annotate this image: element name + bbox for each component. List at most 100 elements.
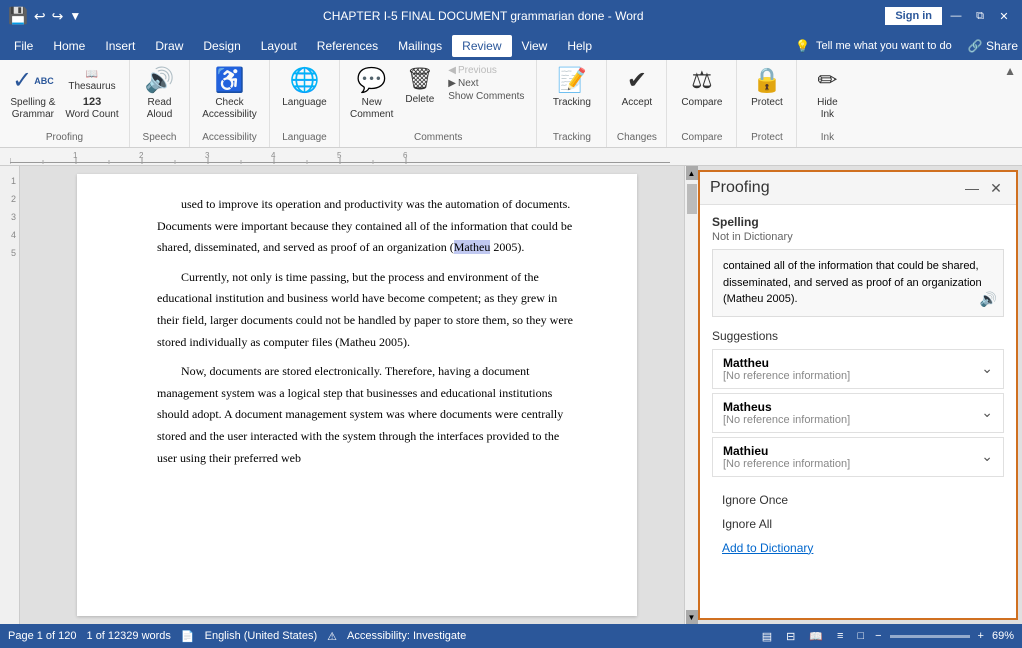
ribbon-group-compare: ⚖ Compare Compare [667,60,737,147]
menu-draw[interactable]: Draw [145,35,193,57]
menu-help[interactable]: Help [557,35,602,57]
close-icon[interactable]: ✕ [994,6,1014,26]
suggestion-2-ref: [No reference information] [723,458,850,470]
word-count-indicator[interactable]: 1 of 12329 words [87,630,171,642]
zoom-level[interactable]: 69% [992,630,1014,642]
ribbon-group-ink: ✏ HideInk Ink [797,60,857,147]
next-icon: ▶ [448,78,456,89]
ribbon: ✓ ABC Spelling &Grammar 📖 Thesaurus 123 … [0,60,1022,148]
vertical-scrollbar[interactable]: ▲ ▼ [684,166,698,624]
svg-text:4: 4 [271,151,276,160]
compare-button[interactable]: ⚖ Compare [677,64,726,110]
menu-design[interactable]: Design [193,35,250,57]
tell-me-text[interactable]: Tell me what you want to do [816,40,952,52]
wordcount-icon: 123 [83,96,101,108]
compare-group-label: Compare [681,132,722,145]
word-count-button[interactable]: 123 Word Count [61,95,122,121]
signin-button[interactable]: Sign in [885,7,942,25]
share-btn[interactable]: 🔗 Share [968,39,1018,53]
hide-ink-button[interactable]: ✏ HideInk [807,64,847,123]
document-scroll[interactable]: used to improve its operation and produc… [20,166,684,624]
spelling-grammar-button[interactable]: ✓ ABC Spelling &Grammar [6,64,59,123]
undo-icon[interactable]: ↩ [34,8,46,25]
suggestion-0-chevron[interactable]: ⌄ [981,360,993,377]
accessibility-text[interactable]: Accessibility: Investigate [347,630,466,642]
next-label: Next [458,78,479,89]
read-aloud-button[interactable]: 🔊 ReadAloud [140,64,180,123]
scroll-up-btn[interactable]: ▲ [686,166,698,180]
speaker-icon[interactable]: 🔊 [980,289,997,310]
status-bar: Page 1 of 120 1 of 12329 words 📄 English… [0,624,1022,648]
ruler: 1 2 3 4 5 6 [0,148,1022,166]
scroll-thumb[interactable] [687,184,697,214]
previous-button[interactable]: ◀ Previous [442,64,530,77]
document-icon: 📄 [181,630,195,643]
new-comment-label: NewComment [350,97,393,121]
suggestion-item-0[interactable]: Mattheu [No reference information] ⌄ [712,349,1004,389]
zoom-in-icon[interactable]: + [978,630,984,642]
scroll-down-btn[interactable]: ▼ [686,610,698,624]
restore-icon[interactable]: ⧉ [970,6,990,26]
suggestion-1-chevron[interactable]: ⌄ [981,404,993,421]
add-to-dictionary-button[interactable]: Add to Dictionary [712,537,1004,559]
ribbon-group-language: 🌐 Language Language [270,60,340,147]
suggestion-item-1[interactable]: Matheus [No reference information] ⌄ [712,393,1004,433]
speech-group-label: Speech [143,132,177,145]
view-read-icon[interactable]: 📖 [806,629,826,644]
delete-comment-button[interactable]: 🗑 Delete [401,64,438,107]
language-button[interactable]: 🌐 Language [278,64,331,110]
protect-button[interactable]: 🔒 Protect [747,64,787,110]
panel-body: Spelling Not in Dictionary contained all… [700,205,1016,618]
menu-review[interactable]: Review [452,35,511,57]
menu-mailings[interactable]: Mailings [388,35,452,57]
zoom-slider[interactable] [890,635,970,638]
menu-insert[interactable]: Insert [95,35,145,57]
ignore-once-button[interactable]: Ignore Once [712,489,1004,511]
menu-view[interactable]: View [512,35,558,57]
menu-layout[interactable]: Layout [251,35,307,57]
tracking-label: Tracking [553,97,591,108]
view-draft-icon[interactable]: □ [854,629,867,643]
svg-text:6: 6 [403,151,408,160]
customize-icon[interactable]: ▼ [69,9,81,23]
ignore-all-button[interactable]: Ignore All [712,513,1004,535]
redo-icon[interactable]: ↪ [52,8,64,25]
zoom-out-icon[interactable]: − [875,630,881,642]
page-indicator[interactable]: Page 1 of 120 [8,630,77,642]
context-text: contained all of the information that co… [723,260,982,305]
line-4: 4 [0,230,19,248]
menu-references[interactable]: References [307,35,388,57]
panel-close-btn[interactable]: ✕ [986,178,1006,198]
view-outline-icon[interactable]: ≡ [834,629,846,643]
accessibility-group-label: Accessibility [202,132,256,145]
suggestion-item-2[interactable]: Mathieu [No reference information] ⌄ [712,437,1004,477]
language-indicator[interactable]: English (United States) [205,630,318,642]
ruler-svg: 1 2 3 4 5 6 [10,150,670,164]
scroll-track[interactable] [687,180,697,610]
view-web-icon[interactable]: ⊟ [783,629,798,644]
minimize-icon[interactable]: — [946,6,966,26]
tracking-button[interactable]: 📝 Tracking [549,64,595,110]
line-2: 2 [0,194,19,212]
title-bar-left: 💾 ↩ ↪ ▼ [8,6,81,26]
thesaurus-button[interactable]: 📖 Thesaurus [61,68,122,93]
check-accessibility-button[interactable]: ♿ CheckAccessibility [198,64,260,123]
panel-minimize-btn[interactable]: — [962,178,982,198]
show-comments-button[interactable]: Show Comments [442,90,530,103]
line-numbers: 1 2 3 4 5 [0,166,20,624]
menu-file[interactable]: File [4,35,43,57]
suggestion-1-ref: [No reference information] [723,414,850,426]
save-icon[interactable]: 💾 [8,6,28,26]
ribbon-collapse-icon[interactable]: ▲ [1004,64,1016,78]
new-comment-button[interactable]: 💬 NewComment [346,64,397,123]
suggestion-2-chevron[interactable]: ⌄ [981,448,993,465]
spelling-icon: ✓ [12,66,32,95]
accept-button[interactable]: ✔ Accept [617,64,657,110]
line-5: 5 [0,248,19,266]
next-button[interactable]: ▶ Next [442,77,530,90]
view-normal-icon[interactable]: ▤ [759,629,775,644]
menu-home[interactable]: Home [43,35,95,57]
language-label: Language [282,97,327,108]
thesaurus-icon: 📖 [86,69,98,80]
ribbon-group-speech: 🔊 ReadAloud Speech [130,60,190,147]
